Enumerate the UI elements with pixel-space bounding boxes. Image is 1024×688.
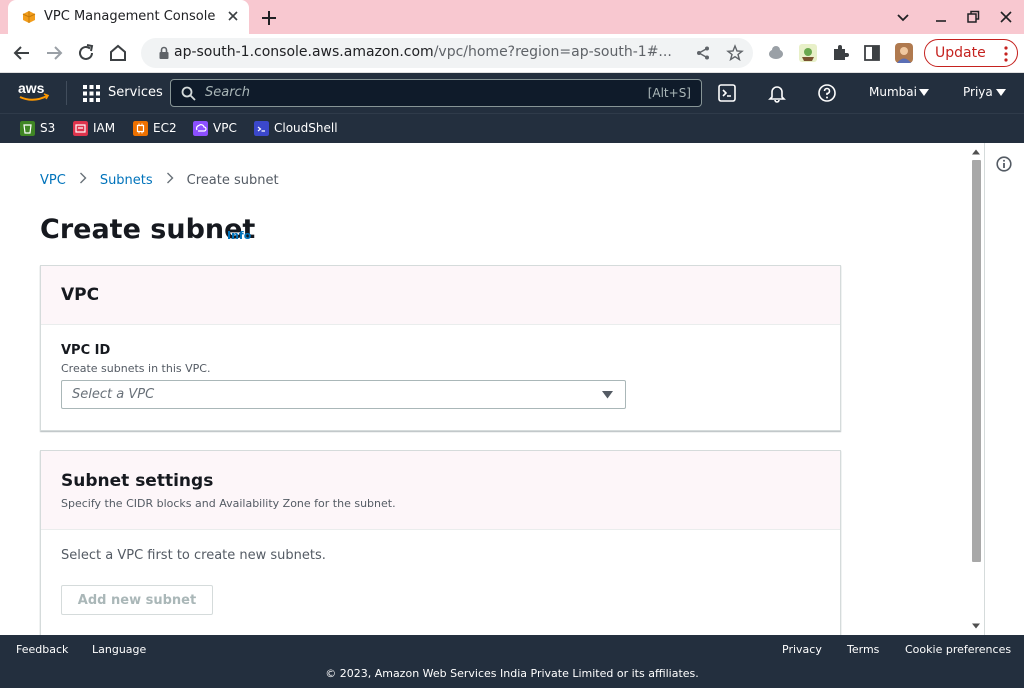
- empty-subnets-message: Select a VPC first to create new subnets…: [61, 548, 326, 563]
- favorite-s3[interactable]: S3: [20, 121, 60, 137]
- url-text: ap-south-1.console.aws.amazon.com/vpc/ho…: [174, 44, 672, 60]
- services-menu[interactable]: Services: [108, 85, 163, 100]
- site-info-icon[interactable]: [157, 46, 171, 60]
- svg-text:aws: aws: [18, 80, 45, 96]
- tab-search-chevron-icon[interactable]: [894, 8, 912, 26]
- subnet-settings-header: Subnet settings Specify the CIDR blocks …: [41, 451, 840, 530]
- tools-side-panel: [984, 143, 1024, 635]
- info-panel-icon[interactable]: [996, 156, 1012, 172]
- terms-link[interactable]: Terms: [847, 643, 879, 656]
- tab-close-icon[interactable]: [225, 8, 241, 24]
- reload-icon[interactable]: [75, 42, 97, 64]
- search-icon: [181, 86, 196, 101]
- update-label: Update: [935, 45, 986, 61]
- minimize-icon[interactable]: [932, 8, 950, 26]
- subnet-settings-description: Specify the CIDR blocks and Availability…: [61, 497, 396, 510]
- favorite-label: EC2: [153, 121, 177, 135]
- favorite-label: IAM: [93, 121, 116, 135]
- vpc-select-placeholder: Select a VPC: [72, 387, 155, 402]
- nav-divider: [66, 81, 67, 105]
- back-icon[interactable]: [11, 42, 33, 64]
- main-content: VPC Subnets Create subnet Create subnet In…: [0, 143, 984, 635]
- aws-search-input[interactable]: Search [Alt+S]: [170, 79, 702, 107]
- aws-top-nav: aws Services Search [Alt+S] Mumbai Priya: [0, 73, 1024, 113]
- aws-logo[interactable]: aws: [18, 80, 50, 104]
- ec2-service-icon: [133, 121, 148, 136]
- vpc-panel-title: VPC: [61, 285, 100, 305]
- vpc-id-label: VPC ID: [61, 343, 111, 358]
- breadcrumb-chevron-icon: [79, 172, 87, 184]
- breadcrumb-vpc[interactable]: VPC: [40, 173, 66, 188]
- add-new-subnet-button[interactable]: Add new subnet: [61, 585, 213, 615]
- add-new-subnet-label: Add new subnet: [77, 593, 197, 608]
- browser-tab-strip: VPC Management Console: [0, 0, 1024, 34]
- profile-avatar[interactable]: [894, 43, 914, 63]
- feedback-link[interactable]: Feedback: [16, 643, 68, 656]
- page-scrollbar[interactable]: [970, 148, 982, 632]
- breadcrumb: VPC Subnets Create subnet: [40, 172, 279, 188]
- scroll-down-arrow-icon[interactable]: [971, 622, 981, 630]
- aws-favicon-icon: [22, 11, 36, 23]
- favorite-iam[interactable]: IAM: [73, 121, 123, 137]
- browser-toolbar: ap-south-1.console.aws.amazon.com/vpc/ho…: [0, 34, 1024, 73]
- cookie-preferences-link[interactable]: Cookie preferences: [905, 643, 1011, 656]
- favorite-cloudshell[interactable]: CloudShell: [254, 121, 344, 137]
- breadcrumb-current: Create subnet: [186, 173, 279, 188]
- favorite-label: CloudShell: [274, 121, 338, 135]
- side-panel-icon[interactable]: [862, 43, 882, 63]
- subnet-settings-panel: Subnet settings Specify the CIDR blocks …: [40, 450, 841, 635]
- region-caret-icon: [919, 89, 929, 96]
- favorite-ec2[interactable]: EC2: [133, 121, 185, 137]
- privacy-link[interactable]: Privacy: [782, 643, 822, 656]
- address-bar[interactable]: ap-south-1.console.aws.amazon.com/vpc/ho…: [141, 38, 753, 68]
- favorite-label: VPC: [213, 121, 237, 135]
- forward-icon[interactable]: [43, 42, 65, 64]
- dropdown-caret-icon: [602, 391, 613, 399]
- restore-icon[interactable]: [964, 8, 982, 26]
- s3-service-icon: [20, 121, 35, 136]
- tab-title: VPC Management Console: [44, 9, 216, 24]
- cloudshell-icon[interactable]: [717, 83, 737, 103]
- extension-plant-icon[interactable]: [798, 43, 818, 63]
- vpc-panel-header: VPC: [41, 266, 840, 325]
- account-caret-icon: [996, 89, 1006, 96]
- bookmark-star-icon[interactable]: [726, 44, 744, 62]
- extension-icon[interactable]: [766, 43, 786, 63]
- extensions-puzzle-icon[interactable]: [830, 43, 850, 63]
- update-button[interactable]: Update: [924, 39, 1018, 67]
- subnet-settings-title: Subnet settings: [61, 471, 214, 491]
- search-placeholder: Search: [205, 85, 250, 100]
- cloudshell-service-icon: [254, 121, 269, 136]
- favorite-vpc[interactable]: VPC: [193, 121, 245, 137]
- search-shortcut-hint: [Alt+S]: [647, 86, 691, 100]
- vpc-select[interactable]: Select a VPC: [61, 380, 626, 409]
- vpc-id-description: Create subnets in this VPC.: [61, 362, 211, 375]
- share-icon[interactable]: [695, 45, 711, 61]
- notifications-bell-icon[interactable]: [767, 83, 787, 103]
- scrollbar-thumb[interactable]: [972, 160, 981, 562]
- close-window-icon[interactable]: [997, 8, 1015, 26]
- page-title: Create subnet: [40, 214, 256, 245]
- menu-dots-icon[interactable]: [999, 45, 1013, 63]
- breadcrumb-subnets[interactable]: Subnets: [100, 173, 153, 188]
- scroll-up-arrow-icon[interactable]: [971, 148, 981, 156]
- help-icon[interactable]: [817, 83, 837, 103]
- breadcrumb-chevron-icon: [166, 172, 174, 184]
- language-link[interactable]: Language: [92, 643, 146, 656]
- favorite-label: S3: [40, 121, 56, 135]
- iam-service-icon: [73, 121, 88, 136]
- vpc-panel: VPC VPC ID Create subnets in this VPC. S…: [40, 265, 841, 431]
- copyright-text: © 2023, Amazon Web Services India Privat…: [325, 667, 699, 680]
- browser-tab[interactable]: VPC Management Console: [8, 0, 249, 34]
- home-icon[interactable]: [107, 42, 129, 64]
- new-tab-icon[interactable]: [258, 7, 280, 29]
- region-selector[interactable]: Mumbai: [869, 85, 917, 99]
- account-menu[interactable]: Priya: [963, 85, 993, 99]
- console-footer: Feedback Language Privacy Terms Cookie p…: [0, 635, 1024, 688]
- services-grid-icon[interactable]: [83, 85, 100, 102]
- vpc-service-icon: [193, 121, 208, 136]
- info-link[interactable]: Info: [227, 229, 251, 242]
- favorites-bar: S3 IAM EC2 VPC CloudShell: [0, 113, 1024, 143]
